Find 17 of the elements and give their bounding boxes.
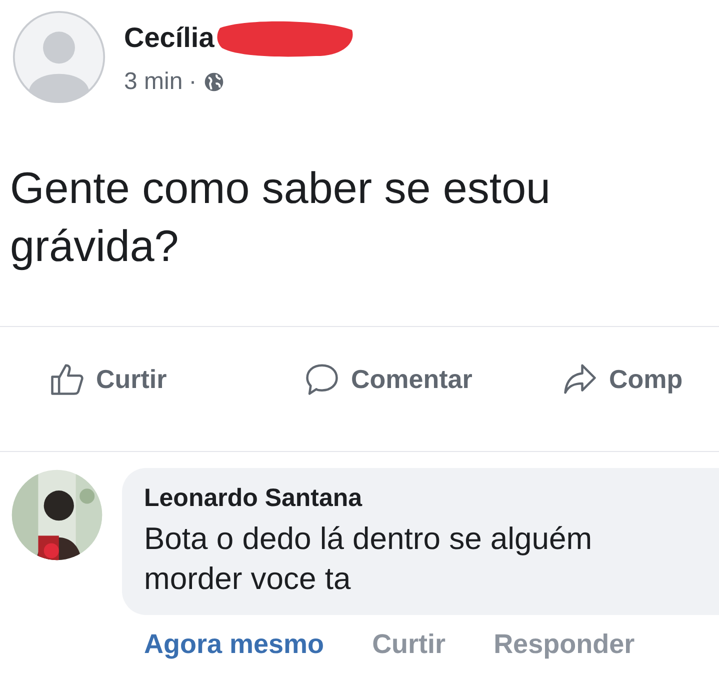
action-button[interactable]: Curtir: [50, 362, 305, 396]
comment-time[interactable]: Agora mesmo: [144, 629, 324, 660]
post-text: Gente como saber se estou grávida?: [9, 163, 552, 273]
post-time[interactable]: 3 min: [124, 68, 183, 96]
action-button[interactable]: Comp: [563, 362, 683, 396]
globe-icon: [202, 71, 225, 93]
speech-bubble-icon: [305, 362, 339, 396]
comment-text: Bota o dedo lá dentro se alguém morder voce ta: [144, 520, 594, 598]
comment-action[interactable]: Responder: [494, 629, 635, 660]
share-arrow-icon: [563, 362, 597, 396]
separator: ·: [188, 68, 197, 96]
thumbs-up-icon: [50, 362, 84, 396]
comment-action[interactable]: Curtir: [372, 629, 446, 660]
author-name[interactable]: Cecília: [124, 22, 214, 54]
action-button[interactable]: Comentar: [305, 362, 563, 396]
commenter-name[interactable]: Leonardo Santana: [144, 484, 699, 513]
avatar-icon: [12, 10, 106, 104]
